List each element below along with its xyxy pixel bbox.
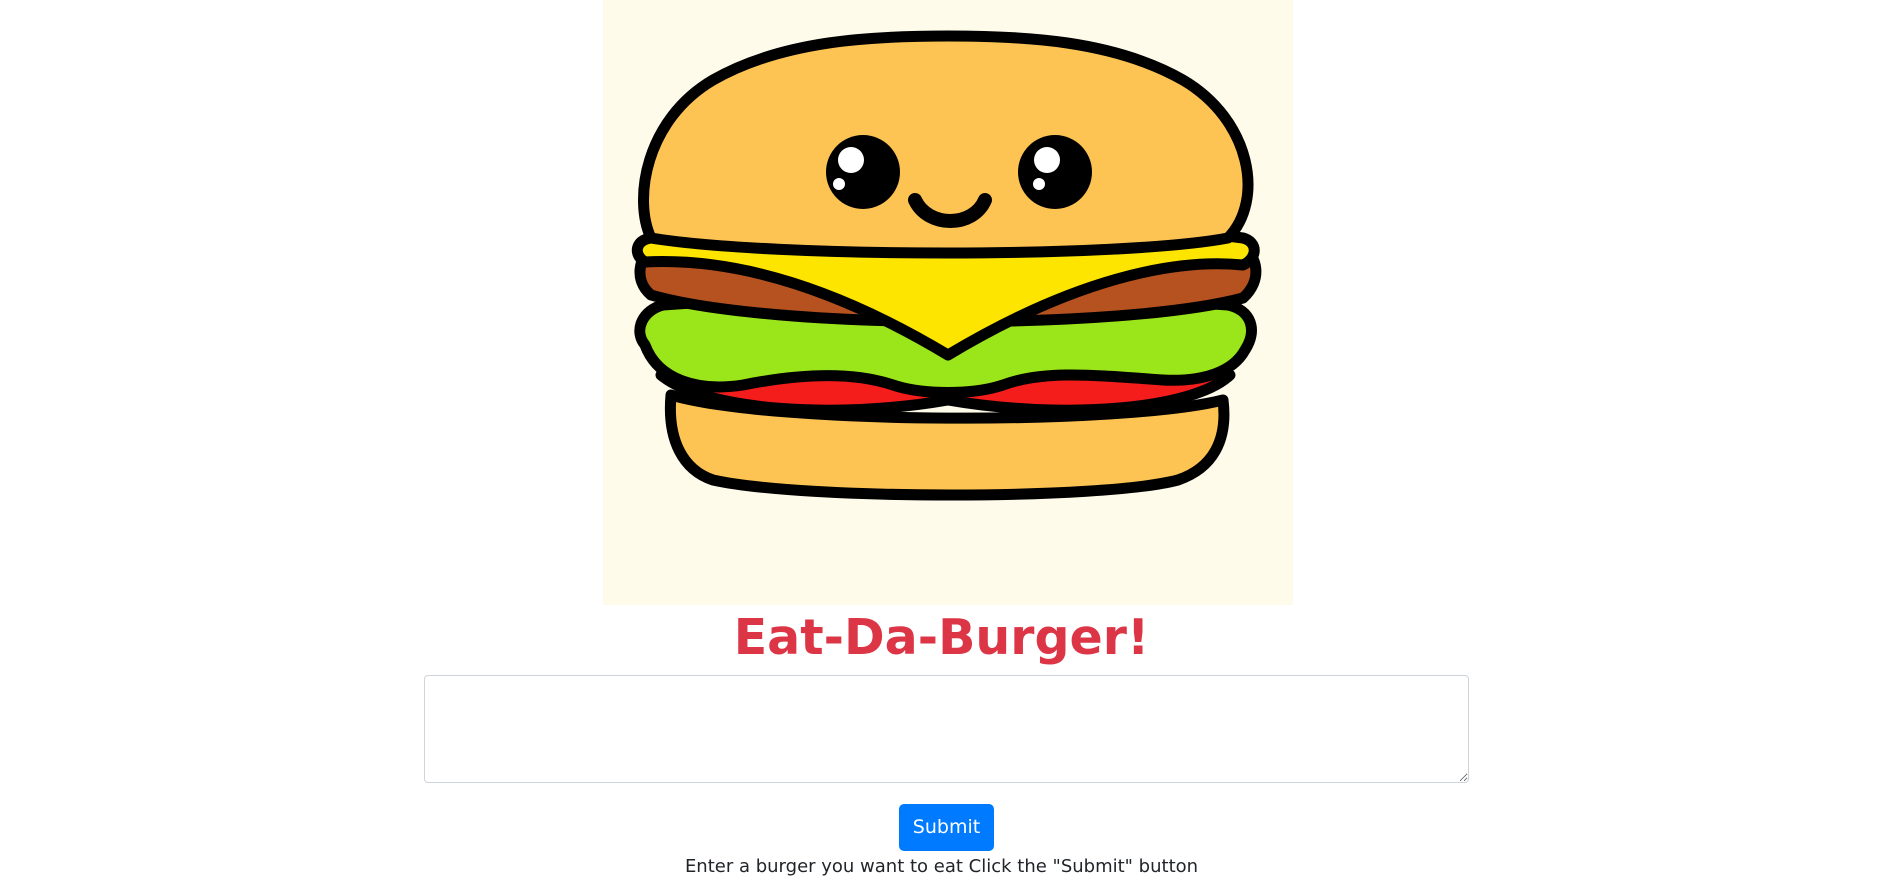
burger-input[interactable]: [424, 675, 1469, 783]
left-eye: [826, 135, 900, 209]
right-eye: [1018, 135, 1092, 209]
burger-illustration: [631, 30, 1262, 501]
page-title: Eat-Da-Burger!: [733, 609, 1150, 666]
instructions-text: Enter a burger you want to eat Click the…: [684, 856, 1199, 877]
page: Eat-Da-Burger! Submit Enter a burger you…: [0, 0, 1883, 890]
burger-image: [603, 0, 1293, 605]
submit-button[interactable]: Submit: [899, 804, 994, 851]
